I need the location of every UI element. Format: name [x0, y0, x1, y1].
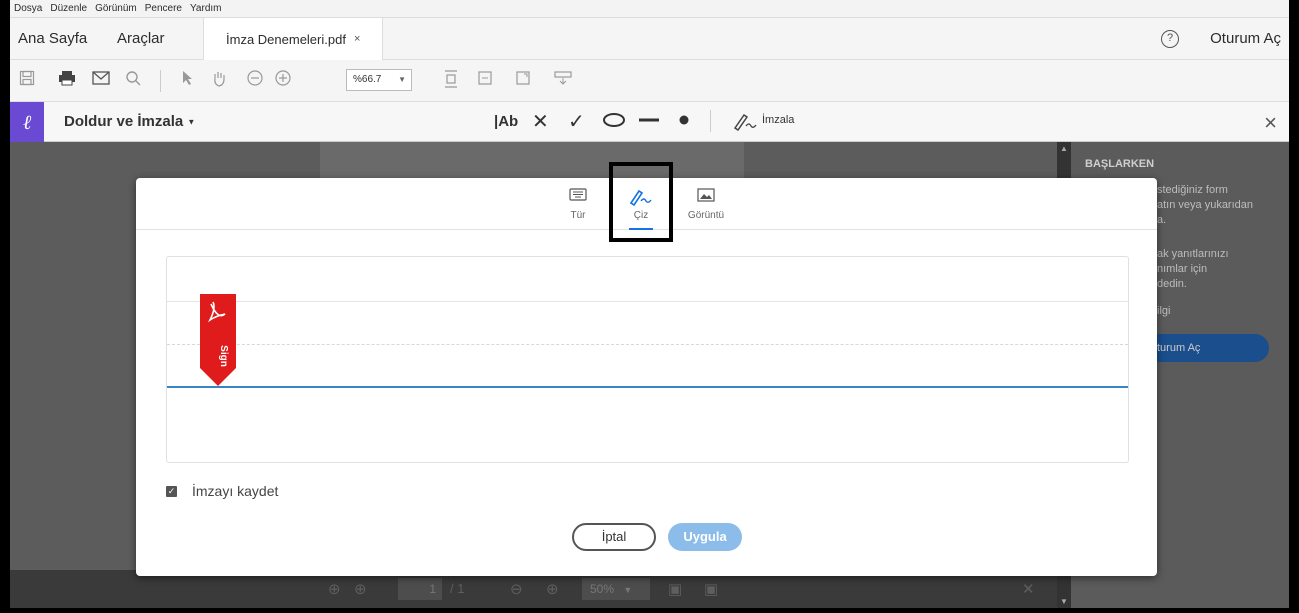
save-signature-checkbox[interactable]: ✓: [166, 485, 177, 497]
right-pane-text: ak yanıtlarınızı: [1157, 248, 1229, 260]
search-icon[interactable]: [122, 70, 144, 92]
cancel-button[interactable]: İptal: [572, 523, 656, 551]
ellipse-icon[interactable]: [602, 110, 626, 134]
page-number-input[interactable]: 1: [398, 578, 442, 600]
close-bar-icon[interactable]: ✕: [1022, 580, 1035, 598]
tab-bar: Ana Sayfa Araçlar İmza Denemeleri.pdf × …: [10, 18, 1289, 60]
tab-type[interactable]: Tür: [548, 184, 608, 221]
add-text-icon[interactable]: |Ab: [494, 110, 518, 134]
fit-width-icon[interactable]: ▣: [704, 580, 718, 598]
cross-mark-icon[interactable]: ✕: [532, 110, 549, 134]
help-icon[interactable]: ?: [1161, 30, 1179, 48]
zoom-value: %66.7: [353, 74, 382, 85]
email-icon[interactable]: [90, 70, 112, 92]
select-arrow-icon[interactable]: [176, 70, 198, 92]
sign-flag-text: Sign: [218, 345, 229, 367]
right-pane-text: atın veya yukarıdan: [1157, 199, 1254, 211]
fill-sign-toolbar: ℓ Doldur ve İmzala ▼ |Ab ✕ ✓ İmzala ×: [10, 102, 1289, 142]
next-page-icon[interactable]: ⊕: [354, 580, 367, 598]
close-tab-icon[interactable]: ×: [354, 33, 360, 45]
bottom-zoom-value: 50%: [590, 582, 615, 596]
right-pane-text: dedin.: [1157, 278, 1187, 290]
guide-dashed-line: [167, 344, 1128, 345]
tab-image[interactable]: Görüntü: [676, 184, 736, 221]
read-mode-icon[interactable]: [552, 70, 574, 92]
zoom-out-icon[interactable]: [244, 70, 266, 92]
scroll-up-icon[interactable]: ▲: [1060, 144, 1068, 153]
sign-in-link[interactable]: Oturum Aç: [1210, 30, 1281, 47]
image-icon: [676, 188, 736, 206]
zoom-select[interactable]: %66.7 ▼: [346, 69, 412, 91]
sign-pen-icon[interactable]: [732, 110, 758, 138]
main-toolbar: %66.7 ▼: [10, 60, 1289, 102]
annotation-highlight-box: [609, 162, 673, 242]
menu-edit[interactable]: Düzenle: [50, 3, 87, 14]
chevron-down-icon: ▼: [187, 117, 196, 127]
tab-home[interactable]: Ana Sayfa: [18, 30, 87, 47]
fill-sign-title[interactable]: Doldur ve İmzala ▼: [64, 113, 195, 130]
signature-baseline: [167, 386, 1128, 388]
sign-label[interactable]: İmzala: [762, 114, 794, 126]
apply-button[interactable]: Uygula: [668, 523, 742, 551]
close-icon[interactable]: ×: [1264, 110, 1277, 136]
zoom-out-icon[interactable]: ⊖: [510, 580, 523, 598]
right-pane-text: nımlar için: [1157, 263, 1208, 275]
signature-draw-area[interactable]: Sign: [166, 256, 1129, 463]
chevron-down-icon: ▼: [623, 585, 633, 595]
guide-line: [167, 301, 1128, 302]
tab-image-label: Görüntü: [687, 210, 725, 221]
menu-bar: Dosya Düzenle Görünüm Pencere Yardım: [10, 0, 1289, 18]
signature-mode-tabs: Tür Çiz Görüntü: [136, 162, 1157, 242]
scroll-down-icon[interactable]: ▼: [1060, 597, 1068, 606]
zoom-in-icon[interactable]: [272, 70, 294, 92]
document-tab-label: İmza Denemeleri.pdf: [226, 31, 346, 47]
fill-sign-title-text: Doldur ve İmzala: [64, 113, 184, 130]
zoom-in-icon[interactable]: ⊕: [546, 580, 559, 598]
acrobat-window: Dosya Düzenle Görünüm Pencere Yardım Ana…: [10, 0, 1289, 608]
tab-document[interactable]: İmza Denemeleri.pdf ×: [203, 18, 383, 60]
chevron-down-icon: ▼: [398, 75, 406, 84]
line-icon[interactable]: [638, 110, 660, 134]
dot-icon[interactable]: [678, 110, 690, 134]
previous-page-icon[interactable]: ⊕: [328, 580, 341, 598]
save-signature-row[interactable]: ✓ İmzayı kaydet: [166, 483, 278, 499]
hand-tool-icon[interactable]: [208, 70, 230, 92]
fill-sign-logo-icon: ℓ: [10, 102, 44, 142]
page-total: / 1: [450, 581, 465, 596]
signature-dialog: Tür Çiz Görüntü Sign ✓ İmzayı kaydet İpt…: [136, 162, 1157, 576]
fit-page-icon[interactable]: [440, 70, 462, 92]
print-icon[interactable]: [56, 70, 78, 92]
sign-here-flag-icon: Sign: [200, 294, 236, 386]
save-signature-label: İmzayı kaydet: [192, 483, 279, 499]
tab-tools[interactable]: Araçlar: [117, 30, 165, 47]
check-mark-icon[interactable]: ✓: [568, 110, 585, 134]
full-screen-icon[interactable]: [512, 70, 534, 92]
tab-type-label: Tür: [570, 210, 586, 221]
right-pane-title: BAŞLARKEN: [1085, 158, 1155, 170]
save-icon[interactable]: [16, 70, 38, 92]
bottom-zoom-select[interactable]: 50% ▼: [582, 578, 650, 600]
right-pane-link[interactable]: ilgi: [1157, 305, 1170, 317]
menu-help[interactable]: Yardım: [190, 3, 222, 14]
right-pane-text: a.: [1157, 214, 1167, 226]
menu-file[interactable]: Dosya: [14, 3, 42, 14]
keyboard-icon: [548, 188, 608, 206]
menu-view[interactable]: Görünüm: [95, 3, 137, 14]
right-pane-text: stediğiniz form: [1157, 184, 1228, 196]
menu-window[interactable]: Pencere: [145, 3, 182, 14]
fit-width-icon[interactable]: [474, 70, 496, 92]
fit-page-icon[interactable]: ▣: [668, 580, 682, 598]
